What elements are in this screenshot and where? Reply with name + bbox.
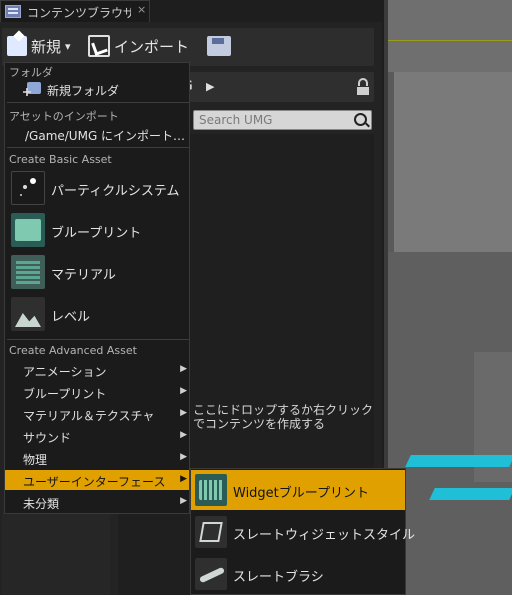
divider: [7, 102, 189, 103]
folder-section-header: フォルダ: [9, 66, 53, 79]
blueprint-icon: [11, 213, 45, 247]
new-folder-label: 新規フォルダ: [47, 84, 120, 98]
user-interface-submenu: Widgetブループリント スレートウィジェットスタイル スレートブラシ: [190, 468, 415, 595]
import-to-label: /Game/UMG にインポート…: [25, 129, 186, 143]
import-icon: [88, 35, 110, 57]
menu-item-label: サウンド: [23, 431, 72, 445]
level-viewport[interactable]: [388, 0, 512, 595]
submenu-item-label: Widgetブループリント: [233, 486, 369, 501]
new-asset-menu: フォルダ 新規フォルダ アセットのインポート /Game/UMG にインポート……: [4, 62, 190, 514]
menu-item-label: アニメーション: [23, 365, 107, 379]
menu-item-label: レベル: [51, 310, 91, 325]
viewport-selection-outline: [388, 40, 512, 71]
import-section-header: アセットのインポート: [9, 110, 119, 123]
menu-item-label: ユーザーインターフェース: [23, 475, 166, 489]
empty-folder-hint: ここにドロップするか右クリックでコンテンツを作成する: [193, 403, 374, 431]
divider: [7, 147, 189, 148]
import-to-item[interactable]: /Game/UMG にインポート…: [5, 124, 189, 144]
tab-title: コンテンツブラウザ: [27, 6, 131, 20]
import-button-label: インポート: [114, 37, 190, 56]
new-folder-item[interactable]: 新規フォルダ: [5, 79, 189, 99]
submenu-arrow-icon: ▶: [180, 474, 187, 484]
submenu-item-slate-brush[interactable]: スレートブラシ: [191, 554, 405, 594]
search-input[interactable]: Search UMG: [193, 110, 372, 130]
new-button[interactable]: 新規 ▾: [7, 32, 71, 60]
menu-item-label: 物理: [23, 453, 48, 467]
submenu-item-label: スレートブラシ: [233, 570, 324, 585]
menu-item-label: ブループリント: [23, 387, 107, 401]
submenu-arrow-icon: ▶: [180, 364, 187, 374]
level-icon: [11, 297, 45, 331]
slate-widget-style-icon: [195, 516, 227, 548]
menu-item-user-interface[interactable]: ユーザーインターフェース ▶: [5, 470, 189, 490]
menu-item-level[interactable]: レベル: [5, 294, 189, 336]
viewport-decal: [405, 455, 512, 467]
menu-item-sounds[interactable]: サウンド ▶: [5, 426, 189, 446]
menu-item-physics[interactable]: 物理 ▶: [5, 448, 189, 468]
submenu-arrow-icon: ▶: [180, 496, 187, 506]
viewport-wall: [394, 72, 512, 252]
widget-blueprint-icon: [195, 474, 227, 506]
menu-item-blueprint[interactable]: ブループリント: [5, 210, 189, 252]
submenu-arrow-icon: ▶: [180, 408, 187, 418]
divider: [7, 339, 189, 340]
import-button[interactable]: インポート: [88, 32, 189, 60]
submenu-arrow-icon: ▶: [180, 430, 187, 440]
lock-icon[interactable]: [357, 78, 369, 95]
menu-item-label: 未分類: [23, 497, 60, 511]
menu-item-material[interactable]: マテリアル: [5, 252, 189, 294]
close-tab-icon[interactable]: ×: [137, 3, 146, 16]
new-folder-icon: [27, 82, 41, 94]
submenu-arrow-icon: ▶: [180, 452, 187, 462]
viewport-decal: [429, 488, 512, 500]
chevron-down-icon: ▾: [65, 39, 71, 53]
basic-asset-header: Create Basic Asset: [9, 153, 112, 166]
menu-item-label: パーティクルシステム: [51, 184, 180, 199]
advanced-asset-header: Create Advanced Asset: [9, 344, 137, 357]
save-all-button[interactable]: [207, 32, 233, 60]
submenu-item-label: スレートウィジェットスタイル: [233, 528, 416, 543]
menu-item-particle-system[interactable]: パーティクルシステム: [5, 168, 189, 210]
save-icon: [207, 36, 231, 56]
material-icon: [11, 255, 45, 289]
menu-item-materials-textures[interactable]: マテリアル＆テクスチャ ▶: [5, 404, 189, 424]
submenu-item-slate-widget-style[interactable]: スレートウィジェットスタイル: [191, 512, 415, 552]
menu-item-blueprint-advanced[interactable]: ブループリント ▶: [5, 382, 189, 402]
submenu-arrow-icon: ▶: [180, 386, 187, 396]
search-icon[interactable]: [354, 113, 367, 126]
menu-item-animation[interactable]: アニメーション ▶: [5, 360, 189, 380]
slate-brush-icon: [195, 558, 227, 590]
menu-item-label: ブループリント: [51, 226, 142, 241]
menu-item-miscellaneous[interactable]: 未分類 ▶: [5, 492, 189, 512]
toolbar: 新規 ▾ インポート: [2, 28, 374, 66]
new-asset-icon: [7, 36, 27, 56]
content-browser-tab[interactable]: コンテンツブラウザ ×: [0, 0, 150, 22]
search-placeholder: Search UMG: [199, 113, 273, 127]
submenu-item-widget-blueprint[interactable]: Widgetブループリント: [191, 470, 405, 510]
particle-system-icon: [11, 171, 45, 205]
menu-item-label: マテリアル: [51, 268, 116, 283]
content-browser-icon: [5, 5, 21, 18]
menu-item-label: マテリアル＆テクスチャ: [23, 409, 155, 423]
new-button-label: 新規: [31, 37, 62, 56]
path-arrow-icon[interactable]: ▶: [206, 80, 214, 93]
sources-panel[interactable]: [2, 510, 110, 595]
